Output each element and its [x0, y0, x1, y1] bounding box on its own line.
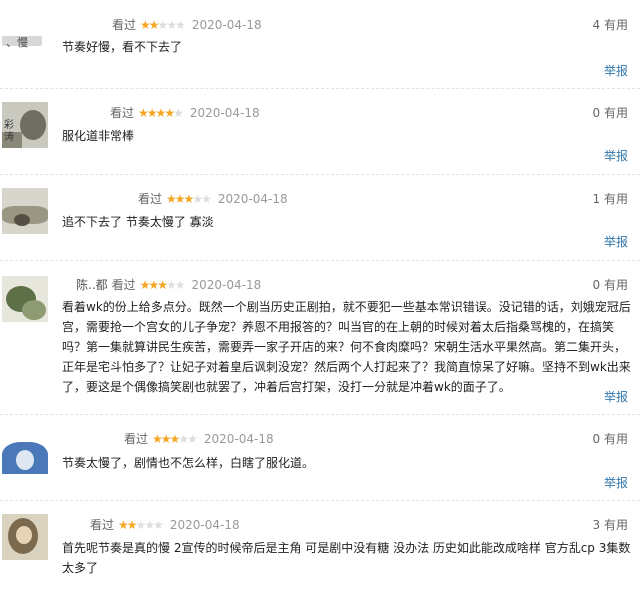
- star-icon: ★: [152, 432, 163, 446]
- watch-status: 看过: [124, 432, 149, 446]
- star-empty-icon: ★: [173, 106, 184, 120]
- watch-status: 看过: [110, 106, 135, 120]
- rating-stars: ★★★★★: [140, 276, 186, 294]
- review-meta: 看过 ★★★★★ 2020-04-18: [90, 516, 240, 534]
- avatar[interactable]: 彩 涛: [2, 102, 48, 148]
- review-meta: 看过 ★★★★★ 2020-04-18: [62, 16, 262, 34]
- star-empty-icon: ★: [135, 518, 147, 532]
- star-icon: ★: [118, 518, 129, 532]
- review-content: 节奏太慢了，剧情也不怎么样，白瞎了服化道。: [62, 456, 315, 470]
- review-content: 首先呢节奏是真的慢 2宣传的时候帝后是主角 可是剧中没有糖 没办法 历史如此能改…: [62, 541, 631, 575]
- star-empty-icon: ★: [144, 518, 155, 532]
- avatar[interactable]: [2, 276, 48, 322]
- review-meta: 陈..都 看过 ★★★★★ 2020-04-18: [76, 276, 261, 294]
- username-link[interactable]: 陈..都: [76, 276, 108, 294]
- watch-status: 看过: [112, 18, 137, 32]
- review-meta: 看过 ★★★★★ 2020-04-18: [138, 190, 288, 208]
- star-empty-icon: ★: [157, 18, 169, 32]
- divider: [0, 174, 640, 175]
- review-content: 追不下去了 节奏太慢了 寡淡: [62, 215, 214, 229]
- avatar[interactable]: 、慢: [2, 16, 48, 62]
- review-date: 2020-04-18: [203, 432, 274, 446]
- review-date: 2020-04-18: [191, 18, 262, 32]
- review-content: 服化道非常棒: [62, 129, 135, 143]
- report-link[interactable]: 举报: [604, 388, 628, 406]
- star-icon: ★: [160, 432, 172, 446]
- star-icon: ★: [166, 192, 177, 206]
- review-content: 看着wk的份上给多点分。既然一个剧当历史正剧拍，就不要犯一些基本常识错误。没记错…: [62, 300, 631, 394]
- avatar[interactable]: [2, 428, 48, 474]
- watch-status: 看过: [138, 192, 163, 206]
- review-date: 2020-04-18: [189, 106, 260, 120]
- star-empty-icon: ★: [201, 192, 212, 206]
- watch-status: 看过: [90, 518, 115, 532]
- useful-vote-button[interactable]: 0 有用: [593, 430, 628, 448]
- star-empty-icon: ★: [166, 18, 177, 32]
- useful-vote-button[interactable]: 0 有用: [593, 276, 628, 294]
- review-date: 2020-04-18: [217, 192, 288, 206]
- review-date: 2020-04-18: [169, 518, 240, 532]
- avatar[interactable]: [2, 514, 48, 560]
- star-icon: ★: [174, 192, 186, 206]
- rating-stars: ★★★★★: [166, 190, 212, 208]
- star-icon: ★: [183, 192, 195, 206]
- rating-stars: ★★★★★: [138, 104, 184, 122]
- star-icon: ★: [148, 18, 160, 32]
- useful-vote-button[interactable]: 4 有用: [593, 16, 628, 34]
- star-icon: ★: [146, 106, 158, 120]
- divider: [0, 414, 640, 415]
- star-empty-icon: ★: [187, 432, 198, 446]
- divider: [0, 88, 640, 89]
- rating-stars: ★★★★★: [152, 430, 198, 448]
- rating-stars: ★★★★★: [118, 516, 164, 534]
- review-date: 2020-04-18: [191, 278, 262, 292]
- rating-stars: ★★★★★: [140, 16, 186, 34]
- divider: [0, 500, 640, 501]
- useful-vote-button[interactable]: 0 有用: [593, 104, 628, 122]
- star-icon: ★: [164, 106, 175, 120]
- useful-vote-button[interactable]: 3 有用: [593, 516, 628, 534]
- star-icon: ★: [140, 18, 151, 32]
- star-icon: ★: [155, 106, 167, 120]
- star-empty-icon: ★: [192, 192, 203, 206]
- watch-status: 看过: [111, 278, 136, 292]
- useful-vote-button[interactable]: 1 有用: [593, 190, 628, 208]
- avatar[interactable]: [2, 188, 48, 234]
- star-empty-icon: ★: [165, 278, 177, 292]
- star-icon: ★: [126, 518, 138, 532]
- star-icon: ★: [148, 278, 159, 292]
- star-empty-icon: ★: [153, 518, 164, 532]
- report-link[interactable]: 举报: [604, 62, 628, 80]
- review-meta: 看过 ★★★★★ 2020-04-18: [124, 430, 274, 448]
- star-icon: ★: [169, 432, 181, 446]
- report-link[interactable]: 举报: [604, 147, 628, 165]
- report-link[interactable]: 举报: [604, 474, 628, 492]
- star-icon: ★: [138, 106, 149, 120]
- star-empty-icon: ★: [178, 432, 189, 446]
- star-empty-icon: ★: [174, 278, 186, 292]
- divider: [0, 260, 640, 261]
- report-link[interactable]: 举报: [604, 233, 628, 251]
- review-content: 节奏好慢，看不下去了: [62, 40, 183, 54]
- review-meta: 看过 ★★★★★ 2020-04-18: [110, 104, 260, 122]
- star-empty-icon: ★: [175, 18, 186, 32]
- star-icon: ★: [157, 278, 168, 292]
